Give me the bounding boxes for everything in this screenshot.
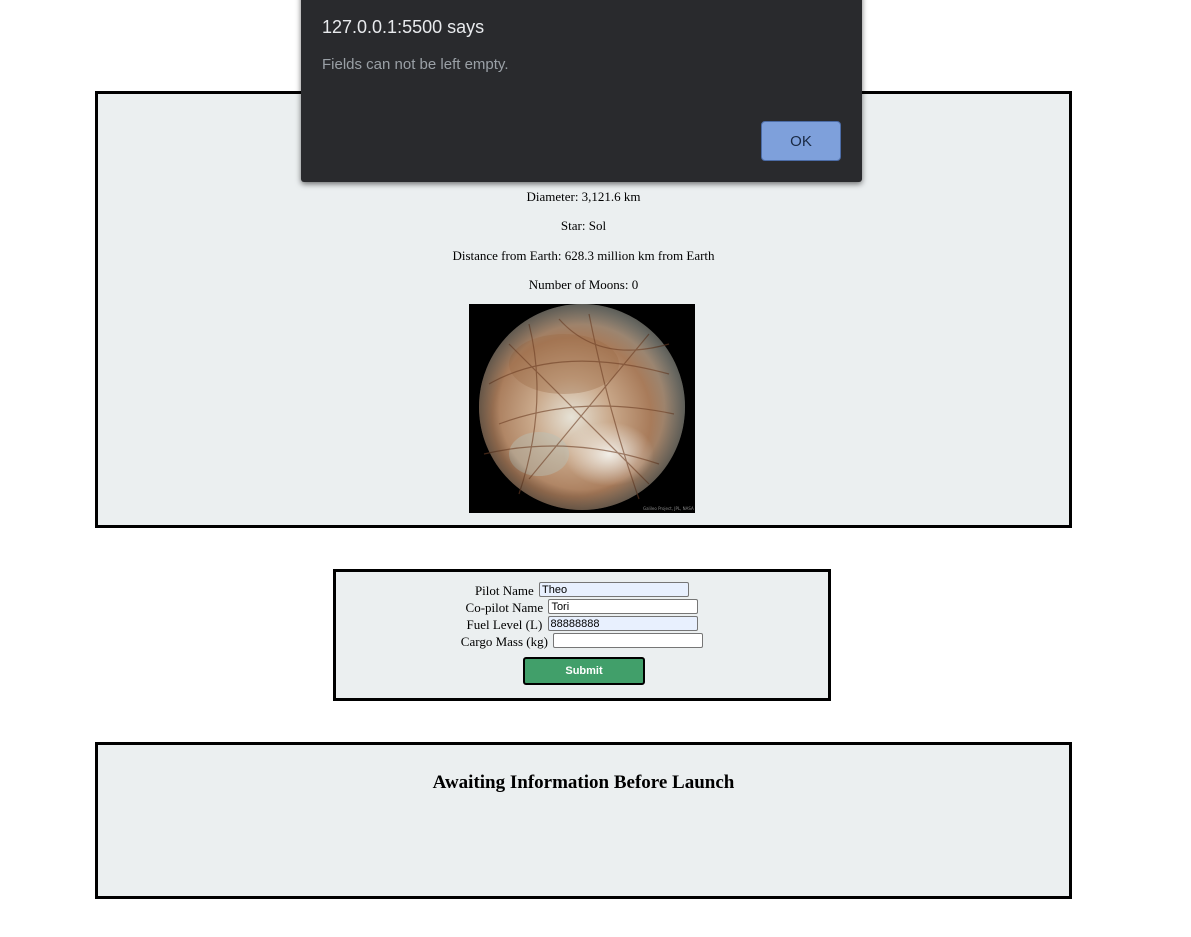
submit-button[interactable]: Submit <box>523 657 645 685</box>
fuel-level-label: Fuel Level (L) <box>466 617 543 632</box>
cargo-mass-label: Cargo Mass (kg) <box>460 634 548 649</box>
planet-diameter: Diameter: 3,121.6 km <box>526 189 641 204</box>
launch-status-panel: Awaiting Information Before Launch <box>95 742 1072 899</box>
pilot-name-row: Pilot Name <box>336 582 828 599</box>
alert-title: 127.0.0.1:5500 says <box>322 17 485 37</box>
planet-star: Star: Sol <box>560 218 607 233</box>
pilot-name-input[interactable] <box>539 582 690 597</box>
cargo-mass-input[interactable] <box>553 633 704 648</box>
planet-image: Galileo Project, JPL, NASA <box>469 304 695 513</box>
alert-ok-button[interactable]: OK <box>761 121 841 161</box>
planet-moons: Number of Moons: 0 <box>528 277 639 292</box>
copilot-name-row: Co-pilot Name <box>336 599 828 616</box>
launch-status-heading: Awaiting Information Before Launch <box>432 772 735 793</box>
planet-distance: Distance from Earth: 628.3 million km fr… <box>452 248 715 263</box>
image-credit: Galileo Project, JPL, NASA <box>643 506 694 511</box>
pilot-name-label: Pilot Name <box>474 583 534 598</box>
fuel-level-row: Fuel Level (L) <box>336 616 828 633</box>
alert-message: Fields can not be left empty. <box>322 56 509 73</box>
copilot-name-input[interactable] <box>548 599 699 614</box>
launch-form: Pilot Name Co-pilot Name Fuel Level (L) … <box>333 569 831 701</box>
fuel-level-input[interactable] <box>547 616 698 631</box>
alert-dialog: 127.0.0.1:5500 says Fields can not be le… <box>301 0 862 182</box>
cargo-mass-row: Cargo Mass (kg) <box>336 633 828 650</box>
copilot-name-label: Co-pilot Name <box>465 600 544 615</box>
